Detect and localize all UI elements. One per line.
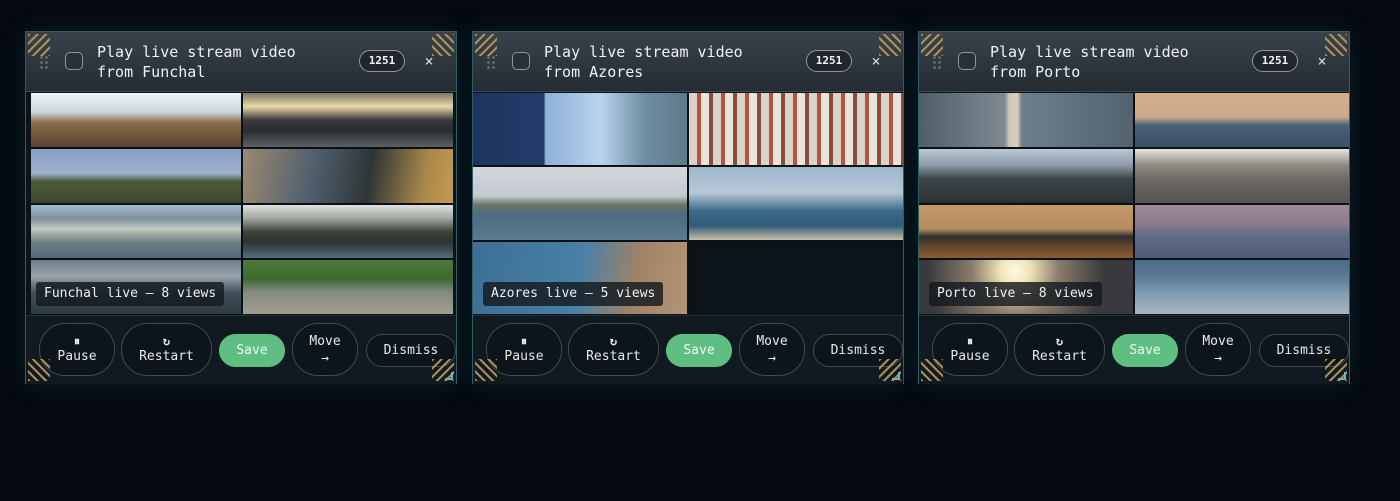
drag-handle-icon[interactable]: [39, 55, 49, 71]
move-label: Move: [309, 333, 341, 349]
restart-label: Restart: [586, 348, 641, 364]
camera-tile[interactable]: [243, 260, 453, 314]
camera-tile[interactable]: [1135, 204, 1349, 259]
save-label: Save: [236, 343, 268, 358]
drag-handle-icon[interactable]: [932, 55, 942, 71]
pause-button[interactable]: ⏸ Pause: [932, 323, 1008, 376]
corner-decoration: [921, 359, 943, 381]
camera-tile[interactable]: [689, 167, 903, 240]
camera-tile[interactable]: [1135, 148, 1349, 203]
card-actions: ⏸ Pause ↻ Restart Save Move → Dismiss: [919, 315, 1349, 384]
card-actions: ⏸ Pause ↻ Restart Save Move → Dismiss: [473, 315, 903, 384]
drag-handle-icon[interactable]: [486, 55, 496, 71]
move-button[interactable]: Move →: [739, 323, 805, 376]
card-title: Play live stream video from Azores: [544, 43, 743, 81]
move-button[interactable]: Move →: [1185, 323, 1251, 376]
corner-decoration: [879, 34, 901, 56]
stream-card-porto: Play live stream video from Porto 1251 ×…: [918, 31, 1350, 384]
card-title: Play live stream video from Funchal: [97, 43, 296, 81]
corner-decoration: [28, 34, 50, 56]
resize-handle-icon[interactable]: [892, 372, 900, 380]
pause-label: Pause: [57, 348, 97, 364]
pause-button[interactable]: ⏸ Pause: [39, 323, 115, 376]
camera-tile[interactable]: [243, 93, 453, 147]
camera-grid: [473, 93, 903, 314]
arrow-right-icon: →: [1214, 350, 1222, 366]
select-checkbox[interactable]: [512, 52, 530, 70]
view-count-badge: 1251: [1252, 50, 1298, 72]
save-button[interactable]: Save: [1112, 334, 1178, 367]
select-checkbox[interactable]: [958, 52, 976, 70]
resize-handle-icon[interactable]: [1338, 372, 1346, 380]
camera-tile[interactable]: [919, 204, 1133, 259]
camera-tile[interactable]: [1135, 93, 1349, 147]
corner-decoration: [475, 34, 497, 56]
camera-tile[interactable]: [31, 204, 241, 259]
restart-label: Restart: [139, 348, 194, 364]
save-button[interactable]: Save: [219, 334, 285, 367]
dismiss-label: Dismiss: [1276, 343, 1332, 358]
camera-tile[interactable]: [1135, 260, 1349, 314]
restart-icon: ↻: [162, 333, 171, 348]
save-label: Save: [1129, 343, 1161, 358]
pause-label: Pause: [504, 348, 544, 364]
camera-tile[interactable]: [473, 93, 687, 166]
card-header: Play live stream video from Funchal 1251…: [26, 32, 456, 92]
restart-button[interactable]: ↻ Restart: [1014, 323, 1105, 376]
save-button[interactable]: Save: [666, 334, 732, 367]
pause-button[interactable]: ⏸ Pause: [486, 323, 562, 376]
move-label: Move: [1202, 333, 1234, 349]
stream-caption: Porto live — 8 views: [929, 282, 1102, 306]
pause-icon: ⏸: [73, 333, 80, 348]
save-label: Save: [683, 343, 715, 358]
corner-decoration: [921, 34, 943, 56]
view-count-badge: 1251: [359, 50, 405, 72]
restart-label: Restart: [1032, 348, 1087, 364]
camera-tile[interactable]: [919, 93, 1133, 147]
card-title: Play live stream video from Porto: [990, 43, 1189, 81]
pause-icon: ⏸: [966, 333, 973, 348]
corner-decoration: [432, 34, 454, 56]
restart-icon: ↻: [609, 333, 618, 348]
camera-tile[interactable]: [473, 167, 687, 240]
camera-tile[interactable]: [243, 204, 453, 259]
restart-button[interactable]: ↻ Restart: [121, 323, 212, 376]
card-header: Play live stream video from Porto 1251 ×: [919, 32, 1349, 92]
camera-tile-empty: [689, 241, 903, 314]
stream-caption: Funchal live — 8 views: [36, 282, 225, 306]
card-actions: ⏸ Pause ↻ Restart Save Move → Dismiss: [26, 315, 456, 384]
select-checkbox[interactable]: [65, 52, 83, 70]
camera-tile[interactable]: [31, 93, 241, 147]
stream-card-azores: Play live stream video from Azores 1251 …: [472, 31, 904, 384]
pause-label: Pause: [950, 348, 990, 364]
corner-decoration: [475, 359, 497, 381]
arrow-right-icon: →: [321, 350, 329, 366]
camera-tile[interactable]: [243, 148, 453, 203]
card-header: Play live stream video from Azores 1251 …: [473, 32, 903, 92]
stream-card-funchal: Play live stream video from Funchal 1251…: [25, 31, 457, 384]
stream-caption: Azores live — 5 views: [483, 282, 664, 306]
arrow-right-icon: →: [768, 350, 776, 366]
camera-tile[interactable]: [31, 148, 241, 203]
camera-tile[interactable]: [919, 148, 1133, 203]
camera-grid: [31, 93, 453, 314]
camera-grid: [919, 93, 1349, 314]
view-count-badge: 1251: [806, 50, 852, 72]
restart-button[interactable]: ↻ Restart: [568, 323, 659, 376]
pause-icon: ⏸: [520, 333, 527, 348]
resize-handle-icon[interactable]: [445, 372, 453, 380]
dismiss-label: Dismiss: [830, 343, 886, 358]
dismiss-label: Dismiss: [383, 343, 439, 358]
corner-decoration: [1325, 34, 1347, 56]
camera-tile[interactable]: [689, 93, 903, 166]
corner-decoration: [28, 359, 50, 381]
restart-icon: ↻: [1055, 333, 1064, 348]
move-label: Move: [756, 333, 788, 349]
move-button[interactable]: Move →: [292, 323, 358, 376]
